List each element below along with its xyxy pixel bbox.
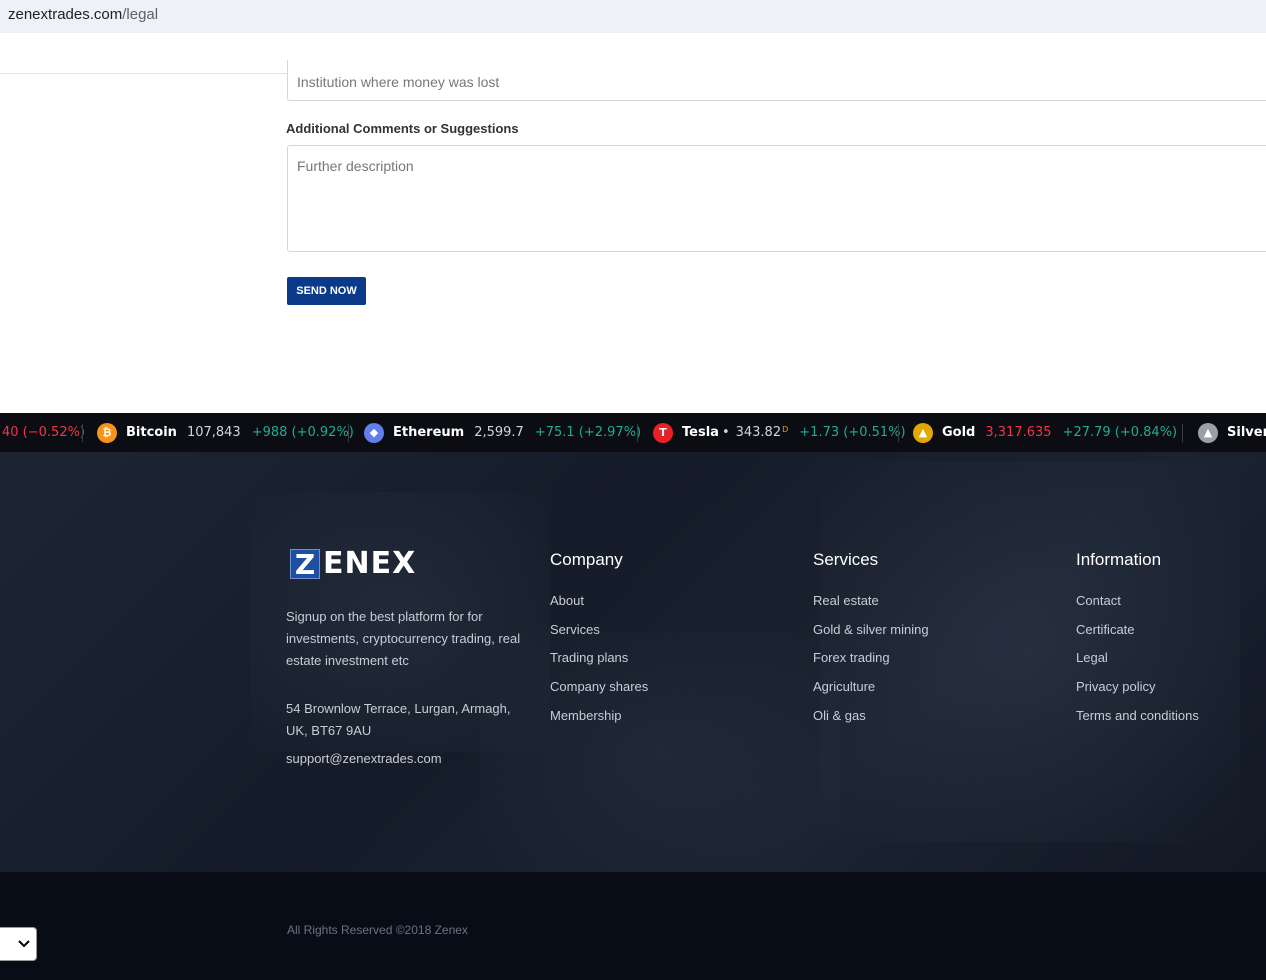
footer-link-certificate[interactable]: Certificate xyxy=(1076,622,1199,651)
ticker-name: Bitcoin xyxy=(126,425,177,440)
url-path: /legal xyxy=(122,6,159,23)
footer-link-about[interactable]: About xyxy=(550,593,648,622)
tesla-icon: T xyxy=(653,422,673,443)
site-footer: Z ENEX Signup on the best platform for f… xyxy=(0,452,1266,872)
gold-icon: ▲ xyxy=(913,422,933,443)
footer-link-forex-trading[interactable]: Forex trading xyxy=(813,650,929,679)
silver-icon: ▲ xyxy=(1198,422,1218,443)
footer-link-services[interactable]: Services xyxy=(550,622,648,651)
ticker-item-tesla[interactable]: T Tesla • 343.82D +1.73 (+0.51%) xyxy=(653,413,906,452)
comments-textarea[interactable] xyxy=(287,145,1266,252)
footer-link-trading-plans[interactable]: Trading plans xyxy=(550,650,648,679)
bitcoin-icon: ₿ xyxy=(97,422,117,443)
footer-link-membership[interactable]: Membership xyxy=(550,708,648,737)
footer-link-terms[interactable]: Terms and conditions xyxy=(1076,708,1199,737)
zenex-logo[interactable]: Z ENEX xyxy=(290,546,416,581)
ticker-separator xyxy=(898,424,899,442)
copyright-text: All Rights Reserved ©2018 Zenex xyxy=(287,923,468,937)
address-bar[interactable]: zenextrades.com/legal xyxy=(0,0,1266,33)
footer-about-text: Signup on the best platform for for inve… xyxy=(286,609,521,668)
footer-link-real-estate[interactable]: Real estate xyxy=(813,593,929,622)
footer-column-services: Services Real estate Gold & silver minin… xyxy=(813,550,929,736)
footer-column-title: Company xyxy=(550,550,623,569)
footer-address: 54 Brownlow Terrace, Lurgan, Armagh, UK,… xyxy=(286,701,511,738)
ticker-name: Ethereum xyxy=(393,425,465,440)
language-select[interactable] xyxy=(0,927,37,961)
footer-link-gold-silver-mining[interactable]: Gold & silver mining xyxy=(813,622,929,651)
footer-link-oil-gas[interactable]: Oli & gas xyxy=(813,708,929,737)
comments-label: Additional Comments or Suggestions xyxy=(286,121,519,136)
ticker-price: 3,317.635 xyxy=(985,425,1052,440)
market-ticker[interactable]: 40 (−0.52%) ₿ Bitcoin 107,843 +988 (+0.9… xyxy=(0,413,1266,452)
ticker-separator xyxy=(348,424,349,442)
footer-link-legal[interactable]: Legal xyxy=(1076,650,1199,679)
ticker-price: 343.82D xyxy=(736,425,789,440)
ticker-name: Gold xyxy=(942,425,976,440)
ticker-price-value: 343.82 xyxy=(735,425,782,440)
ticker-change: +75.1 (+2.97%) xyxy=(534,425,642,440)
ticker-separator xyxy=(637,424,638,442)
url-domain: zenextrades.com xyxy=(8,6,123,23)
footer-link-company-shares[interactable]: Company shares xyxy=(550,679,648,708)
ethereum-icon: ◆ xyxy=(364,422,384,443)
send-now-button[interactable]: SEND NOW xyxy=(287,277,366,305)
ticker-item-silver[interactable]: ▲ Silver xyxy=(1198,413,1266,452)
chevron-down-icon xyxy=(18,940,30,948)
footer-email[interactable]: support@zenextrades.com xyxy=(286,751,442,766)
ticker-price: 2,599.7 xyxy=(474,425,524,440)
ticker-change: +988 (+0.92%) xyxy=(251,425,354,440)
ticker-name: Silver xyxy=(1227,425,1266,440)
footer-column-information: Information Contact Certificate Legal Pr… xyxy=(1076,550,1199,736)
delayed-flag: D xyxy=(782,425,789,434)
footer-column-company: Company About Services Trading plans Com… xyxy=(550,550,648,736)
ticker-item-ethereum[interactable]: ◆ Ethereum 2,599.7 +75.1 (+2.97%) xyxy=(364,413,641,452)
footer-bottom-bar: All Rights Reserved ©2018 Zenex xyxy=(0,872,1266,980)
ticker-item-gold[interactable]: ▲ Gold 3,317.635 +27.79 (+0.84%) xyxy=(913,413,1177,452)
footer-link-privacy-policy[interactable]: Privacy policy xyxy=(1076,679,1199,708)
institution-input[interactable] xyxy=(287,60,1266,101)
logo-mark: Z xyxy=(290,548,320,579)
ticker-separator xyxy=(1182,424,1183,442)
footer-link-contact[interactable]: Contact xyxy=(1076,593,1199,622)
logo-text: ENEX xyxy=(323,546,417,581)
ticker-price: 107,843 xyxy=(186,425,241,440)
ticker-name: Tesla xyxy=(682,425,719,440)
ticker-item-bitcoin[interactable]: ₿ Bitcoin 107,843 +988 (+0.92%) xyxy=(97,413,354,452)
footer-column-title: Information xyxy=(1076,550,1162,569)
footer-link-agriculture[interactable]: Agriculture xyxy=(813,679,929,708)
ticker-separator xyxy=(82,424,83,442)
footer-column-title: Services xyxy=(813,550,879,569)
footer-background-photo xyxy=(480,632,840,872)
ticker-change: +1.73 (+0.51%) xyxy=(799,425,906,440)
ticker-lead-change: 40 (−0.52%) xyxy=(2,425,86,440)
ticker-change: +27.79 (+0.84%) xyxy=(1062,425,1178,440)
market-status-dot: • xyxy=(721,425,730,440)
